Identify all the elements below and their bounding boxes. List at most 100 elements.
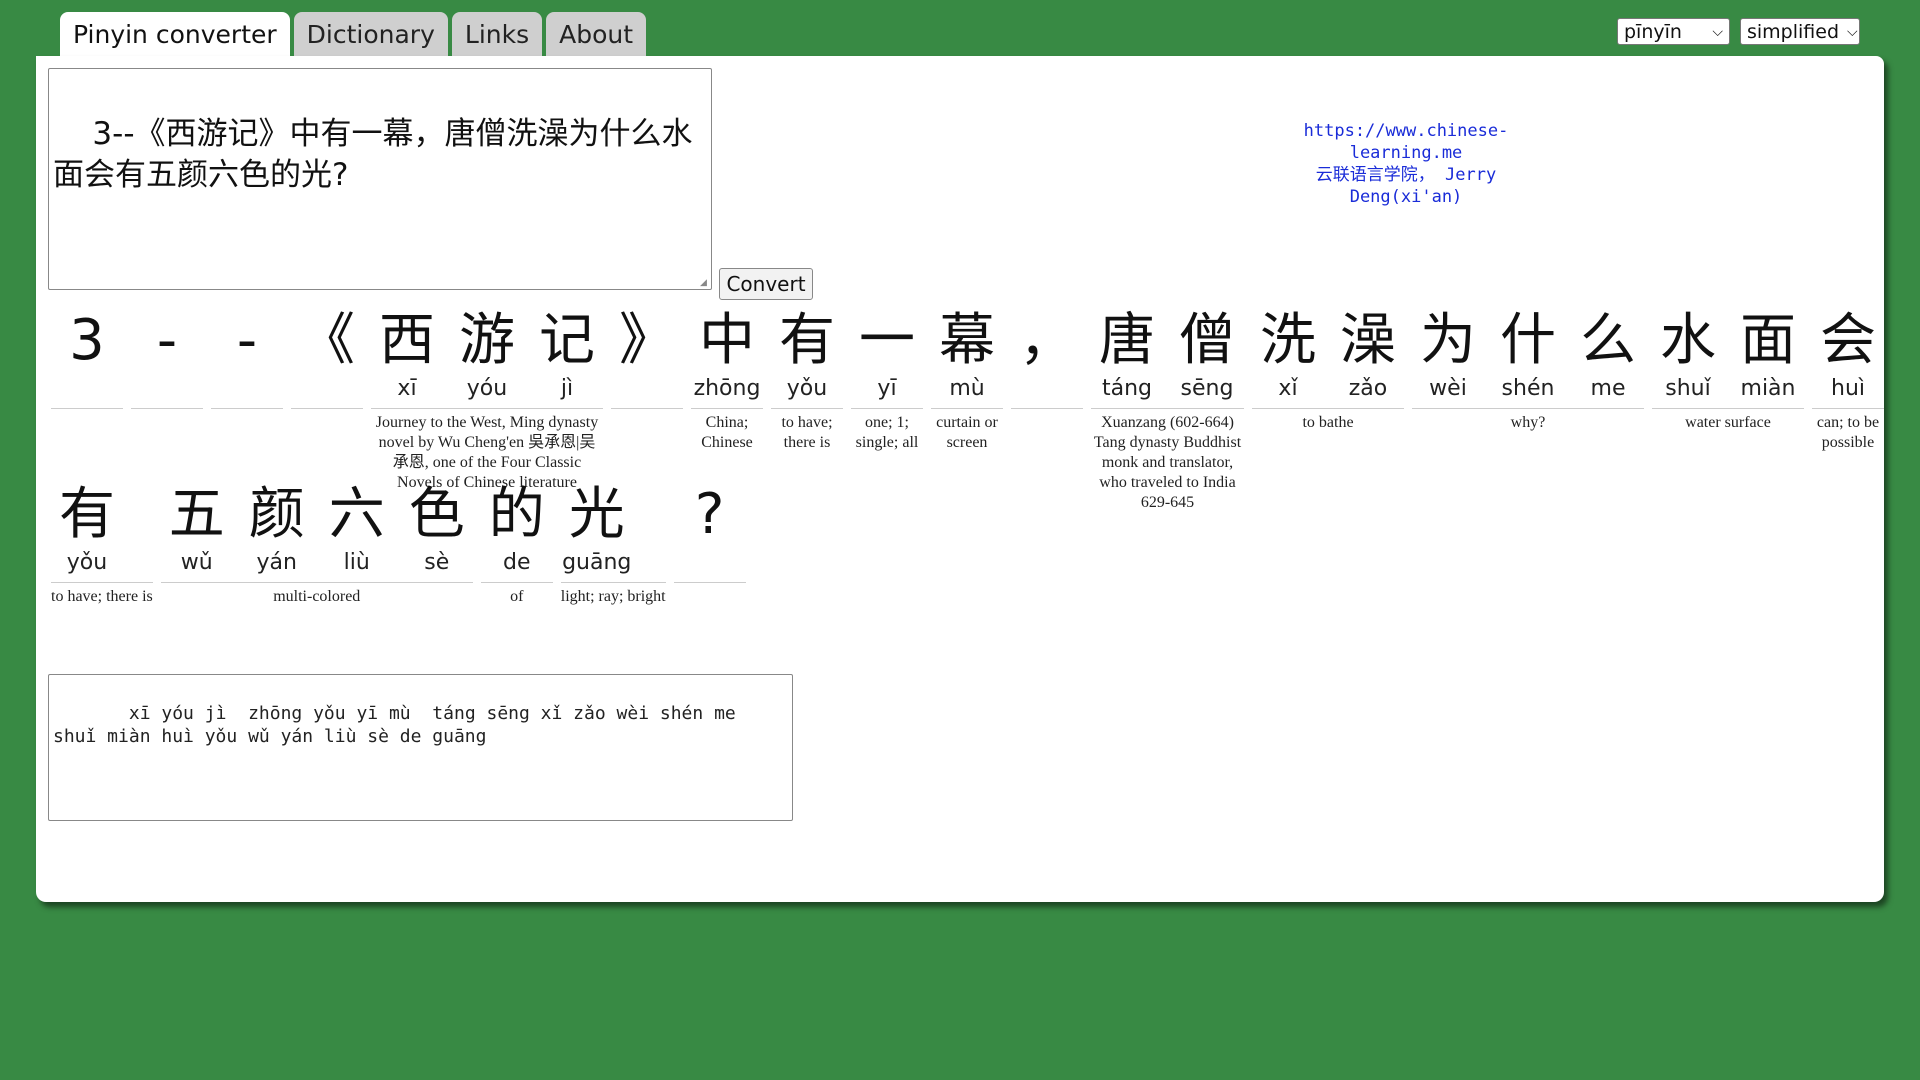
pinyin: yī [877,376,897,401]
pinyin-output[interactable]: xī yóu jì zhōng yǒu yī mù táng sēng xǐ z… [48,674,793,821]
pinyin: xī [397,376,417,401]
tab-dictionary[interactable]: Dictionary [293,12,448,56]
hanzi: 3 [69,308,105,373]
hanzi: 记 [539,308,595,373]
resize-handle-icon[interactable]: ◢ [700,278,710,288]
definition: light; ray; bright [560,588,666,605]
char-cell: 色 sè [401,482,473,582]
char-cell: 面 miàn [1732,308,1804,408]
hanzi: 为 [1420,308,1476,373]
script-select[interactable]: simplified ⌵ [1740,18,1860,45]
hanzi: ? [694,482,725,547]
hanzi: 的 [488,482,545,547]
hanzi: ， [1019,308,1075,373]
pinyin: de [503,550,531,575]
tab-about[interactable]: About [546,12,647,56]
tab-pinyin-converter[interactable]: Pinyin converter [60,12,290,56]
hanzi: 《 [299,308,355,373]
hanzi: 洗 [1260,308,1316,373]
pinyin: sēng [1180,376,1234,401]
hanzi: 么 [1580,308,1636,373]
pinyin: huì [1831,376,1865,401]
pinyin-mode-select[interactable]: pīnyīn ⌵ [1617,18,1730,45]
pinyin: jì [560,376,574,401]
definition: to have; there is [781,414,833,451]
site-link[interactable]: https://www.chinese-learning.me [1256,120,1556,164]
pinyin-output-text: xī yóu jì zhōng yǒu yī mù táng sēng xǐ z… [53,703,736,747]
definition: water surface [1685,414,1771,431]
word-group[interactable]: 唐 táng 僧 sēng Xuanzang (602-664) Tang dynast… [1091,308,1244,513]
char-cell: 澡 zǎo [1332,308,1404,408]
word-group[interactable]: 有 yǒu to have; there is [771,308,843,513]
pinyin: me [1590,376,1626,401]
pinyin: liù [343,550,370,575]
chevron-down-icon: ⌵ [1712,23,1723,40]
word-group[interactable]: 五 wǔ 颜 yán 六 liù 色 sè multi-colored [160,482,473,607]
hanzi: 》 [619,308,675,373]
hanzi: 六 [328,482,385,547]
char-cell: 幕 mù [931,308,1003,408]
char-cell: 有 yǒu [771,308,843,408]
hanzi: 五 [168,482,225,547]
hanzi: 光 [568,482,625,547]
char-cell: 的 de [481,482,553,582]
word-group[interactable]: 洗 xǐ 澡 zǎo to bathe [1252,308,1404,513]
hanzi: 会 [1820,308,1876,373]
definition: Journey to the West, Ming dynasty novel … [375,414,599,491]
pinyin: guāng [562,550,632,575]
word-group[interactable]: 一 yī one; 1; single; all [851,308,923,513]
char-cell: 一 yī [851,308,923,408]
char-cell: 唐 táng [1091,308,1163,408]
word-group[interactable]: 有 yǒu to have; there is [51,482,153,607]
script-value: simplified [1747,20,1840,43]
char-cell: 僧 sēng [1171,308,1243,408]
hanzi: 色 [408,482,465,547]
char-cell: 光 guāng [561,482,633,582]
annotation-row-2: 有 yǒu to have; there is 五 wǔ 颜 yán 六 liù 色 sè multi… [51,482,746,607]
word-group[interactable]: 光 guāng light; ray; bright [560,482,666,607]
word-group[interactable]: ， [1011,308,1083,513]
hanzi: 颜 [248,482,305,547]
pinyin: shuǐ [1665,376,1711,401]
chinese-input[interactable]: 3--《西游记》中有一幕，唐僧洗澡为什么水面会有五颜六色的光? ◢ [48,68,712,290]
option-selectors: pīnyīn ⌵ simplified ⌵ [1617,18,1860,45]
convert-button[interactable]: Convert [719,268,813,300]
char-cell: 什 shén [1492,308,1564,408]
char-cell: 《 [291,308,363,408]
pinyin: yán [256,550,297,575]
word-group[interactable]: 的 de of [480,482,553,607]
char-cell: - [131,308,203,408]
pinyin: táng [1101,376,1152,401]
definition: curtain or screen [936,414,998,451]
pinyin: miàn [1740,376,1796,401]
definition [674,583,746,587]
hanzi: 有 [779,308,835,373]
hanzi: 有 [59,482,115,547]
char-cell: 》 [611,308,683,408]
char-cell: 六 liù [321,482,393,582]
definition: Xuanzang (602-664) Tang dynasty Buddhist… [1093,414,1242,511]
definition [131,409,203,413]
word-group[interactable]: 为 wèi 什 shén 么 me why? [1412,308,1644,513]
char-cell: 水 shuǐ [1652,308,1724,408]
word-group[interactable]: 水 shuǐ 面 miàn water surface [1652,308,1804,513]
hanzi: 中 [699,308,755,373]
word-group[interactable]: 会 huì can; to be possible [1812,308,1884,513]
char-cell: 五 wǔ [161,482,233,582]
credit-block: https://www.chinese-learning.me 云联语言学院， … [1256,120,1556,208]
word-group[interactable]: 幕 mù curtain or screen [931,308,1003,513]
char-cell: 洗 xǐ [1252,308,1324,408]
definition [611,409,683,413]
hanzi: - [236,308,258,373]
definition: why? [1510,414,1546,431]
tab-links[interactable]: Links [451,12,543,56]
pinyin-mode-value: pīnyīn [1624,20,1682,43]
definition: to bathe [1302,414,1354,431]
char-cell: 有 yǒu [51,482,123,582]
hanzi: 澡 [1340,308,1396,373]
word-group[interactable]: ? [673,482,746,607]
pinyin: sè [424,550,450,575]
pinyin: zǎo [1348,376,1388,401]
pinyin: zhōng [693,376,761,401]
hanzi: 唐 [1099,308,1155,373]
